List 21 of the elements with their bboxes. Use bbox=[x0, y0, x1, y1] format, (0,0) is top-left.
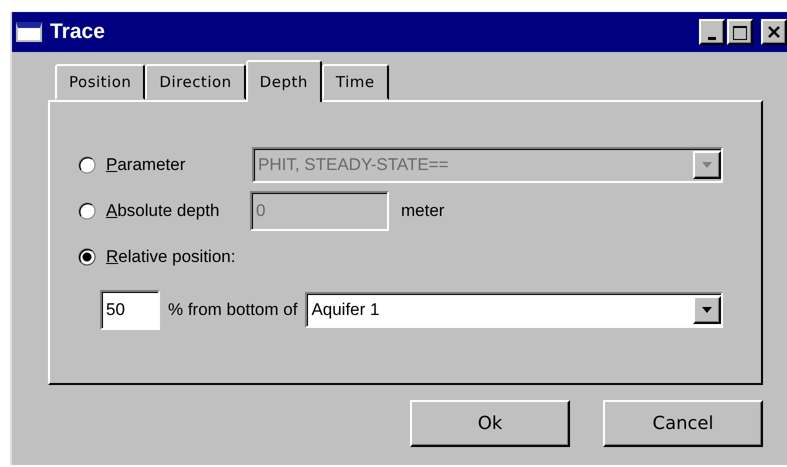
radio-button[interactable] bbox=[78, 248, 96, 266]
maximize-icon bbox=[733, 26, 747, 40]
tab[interactable]: Direction bbox=[145, 64, 246, 100]
input-field[interactable]: 50 bbox=[100, 290, 160, 330]
minimize-icon bbox=[708, 37, 716, 40]
field-label: % from bottom of bbox=[168, 300, 298, 320]
maximize-button[interactable] bbox=[727, 19, 753, 45]
unit-label: meter bbox=[401, 201, 444, 221]
dropdown[interactable]: Aquifer 1 bbox=[305, 292, 723, 328]
minimize-button[interactable] bbox=[699, 19, 725, 45]
dialog-button[interactable]: Ok bbox=[410, 400, 570, 447]
window-icon bbox=[16, 22, 42, 42]
window-title: Trace bbox=[50, 20, 106, 44]
close-icon bbox=[768, 26, 780, 38]
tab[interactable]: Depth bbox=[246, 60, 322, 102]
caret-icon[interactable] bbox=[693, 296, 721, 324]
close-button[interactable] bbox=[761, 19, 787, 45]
radio-label[interactable]: Relative position: bbox=[106, 247, 236, 267]
tab[interactable]: Position bbox=[55, 64, 146, 100]
tab[interactable]: Time bbox=[322, 64, 389, 100]
dialog-button[interactable]: Cancel bbox=[603, 400, 763, 447]
